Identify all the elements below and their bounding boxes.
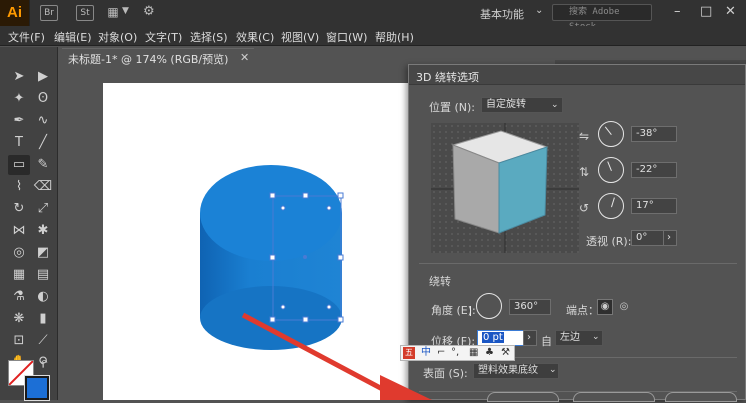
symbol-sprayer-tool-icon[interactable]: ❋ xyxy=(8,309,30,329)
z-axis-rotate-icon: ↺ xyxy=(579,201,590,215)
rotate-tool-icon[interactable]: ↻ xyxy=(8,199,30,219)
shaper-tool-icon[interactable]: ⌇ xyxy=(8,177,30,197)
stock-icon[interactable]: St xyxy=(76,5,94,21)
gradient-tool-icon[interactable]: ▤ xyxy=(32,265,54,285)
canvas-artwork xyxy=(200,165,405,403)
workspace-switcher[interactable]: 基本功能 xyxy=(480,6,524,22)
chevron-down-icon[interactable]: ⌄ xyxy=(535,5,543,16)
ime-punctuation-icon[interactable]: °, xyxy=(451,346,459,360)
column-graph-tool-icon[interactable]: ▮ xyxy=(32,309,54,329)
cancel-button[interactable] xyxy=(665,392,737,402)
z-rotation-input[interactable]: 17° xyxy=(631,198,677,214)
preview-button[interactable] xyxy=(487,392,559,402)
close-tab-icon[interactable]: ✕ xyxy=(240,51,249,64)
line-tool-icon[interactable]: ╱ xyxy=(32,133,54,153)
selection-tool-icon[interactable]: ➤ xyxy=(8,67,30,87)
chevron-down-icon: ⌄ xyxy=(551,100,559,110)
dialog-title: 3D 绕转选项 xyxy=(416,71,479,84)
x-axis-rotate-icon: ⇋ xyxy=(579,129,590,143)
menu-bar: 文件(F) 编辑(E) 对象(O) 文字(T) 选择(S) 效果(C) 视图(V… xyxy=(0,26,746,46)
cap-off-button[interactable]: ◎ xyxy=(616,299,632,315)
rotation-preview-area[interactable] xyxy=(431,123,579,253)
tools-panel: ➤ ▶ ✦ ʘ ✒ ∿ T ╱ ▭ ✎ ⌇ ⌫ ↻ ⤢ ⋈ ✱ ◎ ◩ ▦ ▤ … xyxy=(0,47,58,401)
chevron-down-icon: ⌄ xyxy=(549,365,557,375)
offset-slider-toggle[interactable]: › xyxy=(523,330,537,346)
section-divider xyxy=(419,263,737,264)
annotation-arrowhead xyxy=(380,375,432,400)
angle-dial[interactable] xyxy=(476,293,502,319)
menu-window[interactable]: 窗口(W) xyxy=(326,29,367,45)
y-axis-rotate-icon: ⇅ xyxy=(579,165,590,179)
artboard-tool-icon[interactable]: ⊡ xyxy=(8,331,30,351)
puppet-warp-tool-icon[interactable]: ✱ xyxy=(32,221,54,241)
close-icon[interactable]: ✕ xyxy=(725,4,736,19)
paintbrush-tool-icon[interactable]: ✎ xyxy=(32,155,54,175)
ime-keyboard-icon[interactable]: ▦ xyxy=(469,346,478,360)
illustrator-logo: Ai xyxy=(0,0,30,26)
minimize-icon[interactable]: – xyxy=(674,4,681,19)
mesh-tool-icon[interactable]: ▦ xyxy=(8,265,30,285)
ime-user-icon[interactable]: ♣ xyxy=(485,346,494,360)
eyedropper-tool-icon[interactable]: ⚗ xyxy=(8,287,30,307)
menu-file[interactable]: 文件(F) xyxy=(8,29,45,45)
document-tab[interactable]: 未标题-1* @ 174% (RGB/预览) xyxy=(62,48,254,69)
perspective-grid-tool-icon[interactable]: ◩ xyxy=(32,243,54,263)
swap-colors-icon[interactable]: ↶ xyxy=(40,359,48,369)
y-rotation-input[interactable]: -22° xyxy=(631,162,677,178)
menu-type[interactable]: 文字(T) xyxy=(145,29,182,45)
revolve-section-label: 绕转 xyxy=(429,275,451,288)
ok-button[interactable] xyxy=(573,392,655,402)
menu-effect[interactable]: 效果(C) xyxy=(236,29,274,45)
stroke-color-swatch[interactable] xyxy=(24,375,50,401)
artboard[interactable] xyxy=(103,83,413,403)
cube-preview[interactable] xyxy=(431,123,579,253)
lasso-tool-icon[interactable]: ʘ xyxy=(32,89,54,109)
x-rotation-dial[interactable] xyxy=(598,121,624,147)
gpu-performance-icon[interactable]: ⚙ xyxy=(143,4,155,19)
menu-select[interactable]: 选择(S) xyxy=(190,29,228,45)
blend-tool-icon[interactable]: ◐ xyxy=(32,287,54,307)
offset-selected-text: 0 pt xyxy=(482,332,504,343)
stock-search-input[interactable]: 搜索 Adobe Stock xyxy=(552,4,652,32)
menu-object[interactable]: 对象(O) xyxy=(98,29,137,45)
rectangle-tool-icon[interactable]: ▭ xyxy=(8,155,30,175)
curvature-tool-icon[interactable]: ∿ xyxy=(32,111,54,131)
z-rotation-dial[interactable] xyxy=(598,193,624,219)
arrange-documents-icon[interactable]: ▦ xyxy=(104,5,122,21)
from-label: 自 xyxy=(541,335,552,348)
x-rotation-input[interactable]: -38° xyxy=(631,126,677,142)
chevron-down-icon: ⌄ xyxy=(592,332,600,342)
y-rotation-dial[interactable] xyxy=(598,157,624,183)
magic-wand-tool-icon[interactable]: ✦ xyxy=(8,89,30,109)
scale-tool-icon[interactable]: ⤢ xyxy=(32,199,54,219)
maximize-icon[interactable]: □ xyxy=(700,4,712,19)
menu-help[interactable]: 帮助(H) xyxy=(375,29,414,45)
shape-builder-tool-icon[interactable]: ◎ xyxy=(8,243,30,263)
bridge-icon[interactable]: Br xyxy=(40,5,58,21)
position-label: 位置 (N): xyxy=(429,101,476,114)
menu-view[interactable]: 视图(V) xyxy=(281,29,319,45)
width-tool-icon[interactable]: ⋈ xyxy=(8,221,30,241)
type-tool-icon[interactable]: T xyxy=(8,133,30,153)
angle-input[interactable]: 360° xyxy=(509,299,551,315)
cap-on-button[interactable]: ◉ xyxy=(597,299,613,315)
pen-tool-icon[interactable]: ✒ xyxy=(8,111,30,131)
slice-tool-icon[interactable]: ⟋ xyxy=(32,331,54,351)
chevron-down-icon[interactable]: ▼ xyxy=(122,6,129,16)
perspective-input[interactable]: 0° xyxy=(631,230,665,246)
eraser-tool-icon[interactable]: ⌫ xyxy=(32,177,54,197)
menu-edit[interactable]: 编辑(E) xyxy=(54,29,92,45)
app-title-bar: Ai Br St ▦ ▼ ⚙ 基本功能 ⌄ ⚲ 搜索 Adobe Stock –… xyxy=(0,0,746,32)
direct-selection-tool-icon[interactable]: ▶ xyxy=(32,67,54,87)
perspective-label: 透视 (R): xyxy=(586,235,632,248)
perspective-slider-toggle[interactable]: › xyxy=(663,230,677,246)
cap-label: 端点： xyxy=(566,304,599,317)
surface-dropdown[interactable]: 塑料效果底纹 xyxy=(473,363,559,379)
ime-settings-icon[interactable]: ⚒ xyxy=(501,346,510,360)
